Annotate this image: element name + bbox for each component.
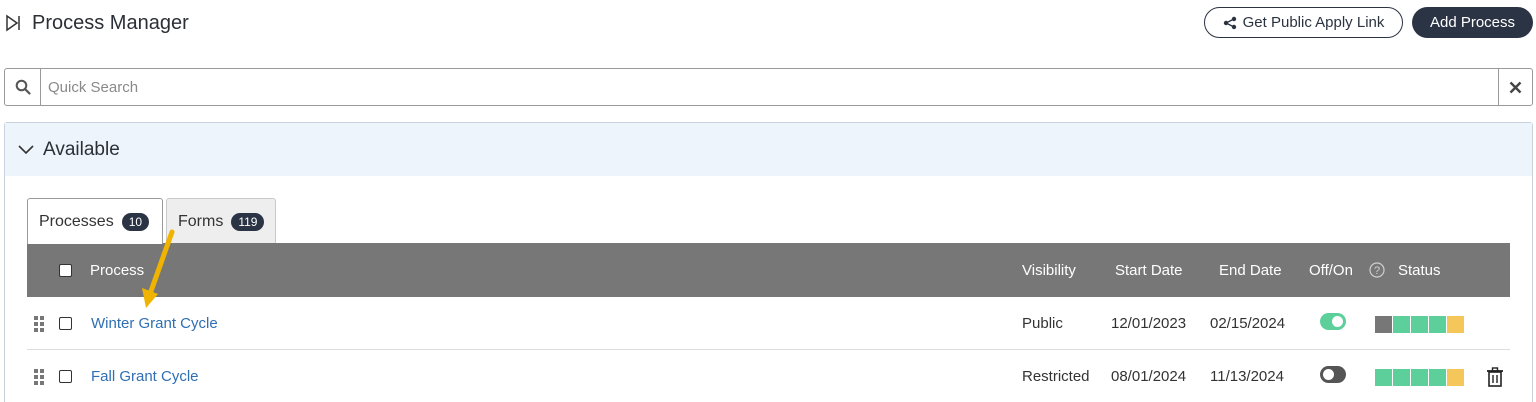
status-bar (1375, 369, 1464, 386)
status-segment (1375, 316, 1392, 333)
start-date-value: 08/01/2024 (1111, 368, 1187, 385)
end-date-value: 02/15/2024 (1210, 315, 1286, 332)
drag-handle-icon[interactable] (33, 368, 45, 386)
get-public-apply-link-button[interactable]: Get Public Apply Link (1204, 7, 1403, 38)
start-date-value: 12/01/2023 (1111, 315, 1187, 332)
available-panel-title: Available (43, 138, 120, 160)
tab-processes-label: Processes (39, 212, 114, 230)
page-header: Process Manager Get Public Apply Link Ad… (0, 0, 1536, 50)
table-header: Process Visibility Start Date End Date O… (27, 243, 1510, 297)
toggle-knob (1332, 316, 1343, 327)
svg-text:?: ? (1374, 265, 1380, 277)
process-name-link[interactable]: Winter Grant Cycle (91, 315, 218, 332)
off-on-toggle[interactable] (1320, 313, 1346, 330)
table-row: Winter Grant Cycle Public 12/01/2023 02/… (27, 297, 1510, 350)
column-header-end-date[interactable]: End Date (1219, 262, 1282, 279)
close-icon (1509, 81, 1522, 93)
visibility-value: Restricted (1022, 368, 1090, 385)
tab-forms[interactable]: Forms 119 (166, 198, 276, 244)
toggle-knob (1323, 369, 1334, 380)
get-public-apply-link-label: Get Public Apply Link (1242, 14, 1385, 31)
tab-forms-label: Forms (178, 212, 224, 230)
process-name-link[interactable]: Fall Grant Cycle (91, 368, 199, 385)
column-header-start-date[interactable]: Start Date (1115, 262, 1183, 279)
annotation-arrow-icon (142, 229, 175, 308)
status-segment (1411, 316, 1428, 333)
status-segment (1429, 369, 1446, 386)
page-title: Process Manager (32, 12, 189, 34)
status-segment (1375, 369, 1392, 386)
sidebar-toggle-icon[interactable] (4, 14, 22, 32)
table-row: Fall Grant Cycle Restricted 08/01/2024 1… (27, 350, 1510, 402)
share-icon (1223, 16, 1236, 29)
status-segment (1429, 316, 1446, 333)
end-date-value: 11/13/2024 (1210, 368, 1284, 385)
tab-forms-count-badge: 119 (231, 212, 265, 231)
search-icon (15, 79, 31, 95)
drag-handle-icon[interactable] (33, 315, 45, 333)
clear-search-button[interactable] (1498, 69, 1532, 105)
available-panel-header[interactable]: Available (5, 123, 1532, 176)
add-process-button[interactable]: Add Process (1412, 7, 1533, 38)
status-segment (1393, 369, 1410, 386)
chevron-down-icon (18, 144, 34, 154)
visibility-value: Public (1022, 315, 1063, 332)
available-panel: Available Processes 10 Forms 119 Process… (4, 122, 1533, 402)
status-segment (1447, 369, 1464, 386)
select-all-checkbox[interactable] (59, 264, 72, 277)
row-checkbox[interactable] (59, 317, 72, 330)
column-header-process[interactable]: Process (90, 262, 144, 279)
status-segment (1411, 369, 1428, 386)
status-bar (1375, 316, 1464, 333)
quick-search-input[interactable] (42, 69, 1498, 105)
row-checkbox[interactable] (59, 370, 72, 383)
off-on-toggle[interactable] (1320, 366, 1346, 383)
quick-search-bar (4, 68, 1533, 106)
trash-icon[interactable] (1485, 367, 1505, 387)
column-header-status[interactable]: Status (1398, 262, 1441, 279)
search-button[interactable] (5, 69, 41, 105)
help-icon[interactable]: ? (1369, 262, 1385, 278)
column-header-visibility[interactable]: Visibility (1022, 262, 1076, 279)
status-segment (1393, 316, 1410, 333)
column-header-off-on[interactable]: Off/On (1309, 262, 1353, 279)
status-segment (1447, 316, 1464, 333)
